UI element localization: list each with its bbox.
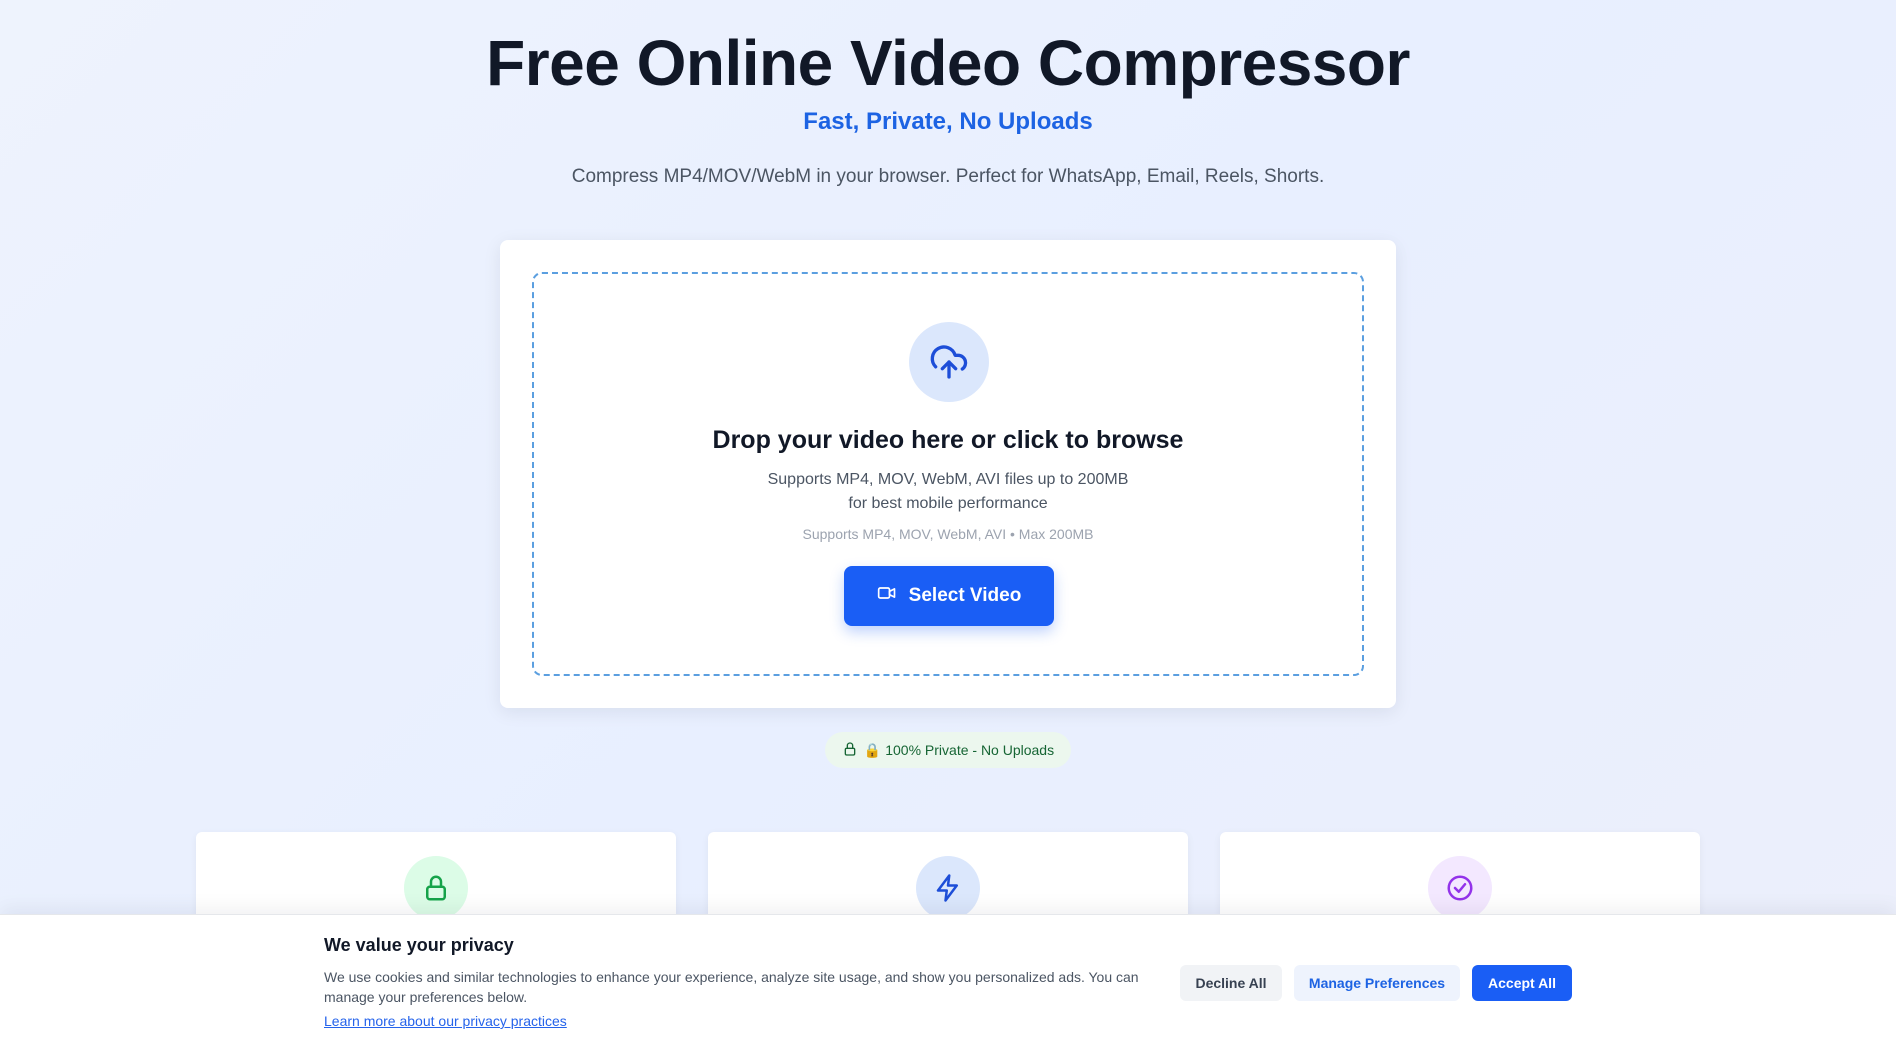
cookie-text: We use cookies and similar technologies … — [324, 969, 1139, 1005]
page: Free Online Video Compressor Fast, Priva… — [0, 0, 1896, 1048]
cookie-title: We value your privacy — [324, 935, 514, 955]
privacy-badge-text: 🔒 100% Private - No Uploads — [863, 741, 1055, 758]
lock-icon — [842, 741, 858, 760]
decline-all-button[interactable]: Decline All — [1180, 965, 1282, 1001]
privacy-practices-link[interactable]: Learn more about our privacy practices — [324, 1013, 567, 1029]
select-video-button[interactable]: Select Video — [844, 566, 1054, 626]
page-subtitle: Fast, Private, No Uploads — [803, 108, 1093, 135]
dropzone-subtitle: Supports MP4, MOV, WebM, AVI files up to… — [534, 468, 1362, 516]
video-dropzone[interactable]: Drop your video here or click to browse … — [532, 272, 1364, 676]
cloud-upload-icon — [909, 322, 989, 402]
video-camera-icon — [877, 583, 897, 609]
accept-all-button[interactable]: Accept All — [1472, 965, 1572, 1001]
dropzone-subtitle-line1: Supports MP4, MOV, WebM, AVI files up to… — [767, 471, 1129, 488]
page-title: Free Online Video Compressor — [486, 27, 1410, 99]
dropzone-note: Supports MP4, MOV, WebM, AVI • Max 200MB — [802, 526, 1094, 542]
cookie-banner: We value your privacy We use cookies and… — [0, 914, 1896, 1048]
lightning-icon — [916, 856, 980, 920]
dropzone-title: Drop your video here or click to browse — [712, 426, 1184, 454]
page-description: Compress MP4/MOV/WebM in your browser. P… — [571, 166, 1325, 187]
dropzone-subtitle-line2: for best mobile performance — [848, 495, 1048, 512]
privacy-badge: 🔒 100% Private - No Uploads — [825, 732, 1071, 768]
lock-icon — [404, 856, 468, 920]
select-video-label: Select Video — [908, 585, 1022, 606]
check-circle-icon — [1428, 856, 1492, 920]
manage-preferences-button[interactable]: Manage Preferences — [1294, 965, 1460, 1001]
upload-card: Drop your video here or click to browse … — [500, 240, 1396, 708]
